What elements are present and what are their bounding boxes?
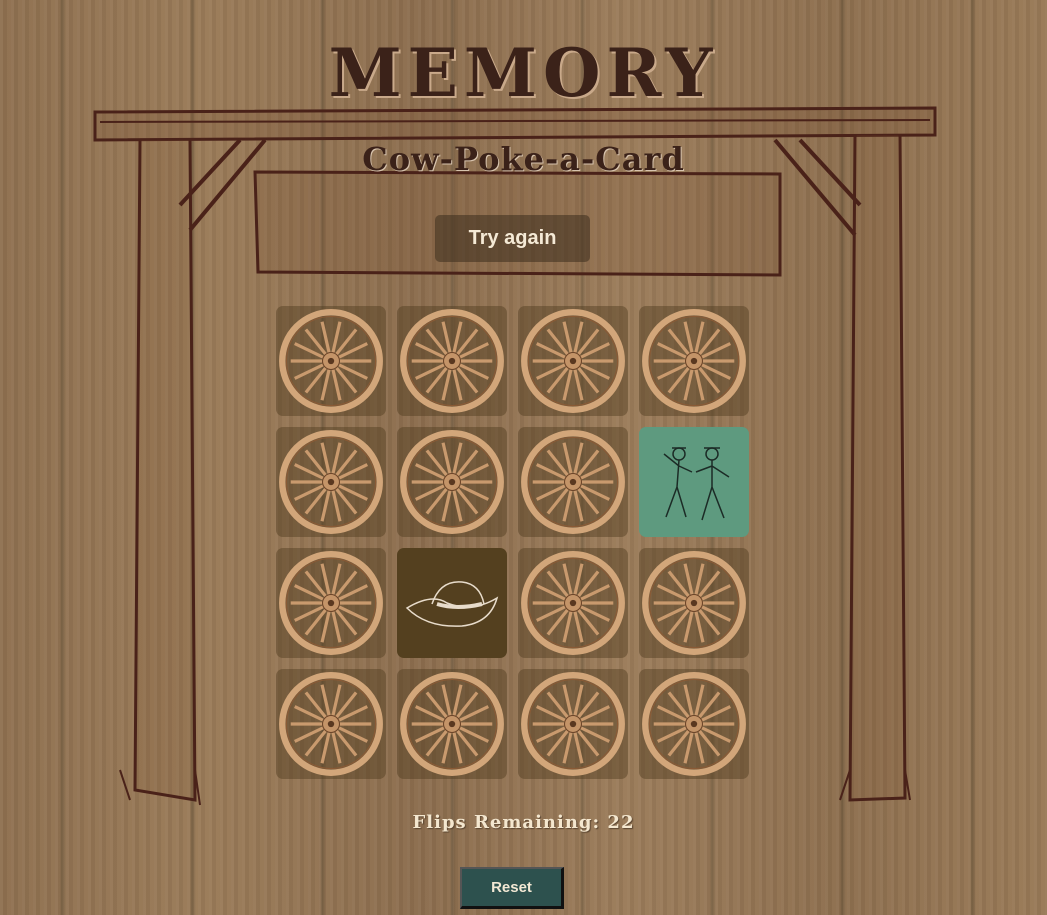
memory-card[interactable] [518, 669, 628, 779]
card-grid [276, 306, 749, 779]
wagon-wheel-icon [278, 671, 384, 777]
memory-card[interactable] [639, 548, 749, 658]
memory-card[interactable] [518, 306, 628, 416]
reset-button[interactable]: Reset [460, 867, 564, 909]
wagon-wheel-icon [641, 550, 747, 656]
wagon-wheel-icon [520, 429, 626, 535]
memory-card[interactable] [639, 306, 749, 416]
memory-card[interactable] [397, 427, 507, 537]
cowboy-hat-icon [402, 568, 502, 638]
memory-card[interactable] [639, 427, 749, 537]
wagon-wheel-icon [520, 308, 626, 414]
flips-remaining: Flips Remaining: 22 [412, 812, 635, 833]
memory-card[interactable] [397, 669, 507, 779]
dancing-cowboys-icon [644, 432, 744, 532]
game-title: MEMORY [328, 34, 719, 112]
memory-card[interactable] [397, 306, 507, 416]
wagon-wheel-icon [399, 671, 505, 777]
wagon-wheel-icon [641, 671, 747, 777]
memory-card[interactable] [276, 669, 386, 779]
wagon-wheel-icon [278, 308, 384, 414]
wagon-wheel-icon [278, 550, 384, 656]
memory-card[interactable] [639, 669, 749, 779]
wagon-wheel-icon [399, 429, 505, 535]
memory-card[interactable] [518, 427, 628, 537]
memory-card[interactable] [276, 548, 386, 658]
wagon-wheel-icon [278, 429, 384, 535]
wagon-wheel-icon [520, 550, 626, 656]
game-subtitle: Cow-Poke-a-Card [362, 140, 685, 178]
memory-card[interactable] [397, 548, 507, 658]
memory-card[interactable] [276, 306, 386, 416]
memory-card[interactable] [518, 548, 628, 658]
wagon-wheel-icon [520, 671, 626, 777]
wagon-wheel-icon [641, 308, 747, 414]
wagon-wheel-icon [399, 308, 505, 414]
try-again-button[interactable]: Try again [435, 215, 590, 262]
memory-card[interactable] [276, 427, 386, 537]
